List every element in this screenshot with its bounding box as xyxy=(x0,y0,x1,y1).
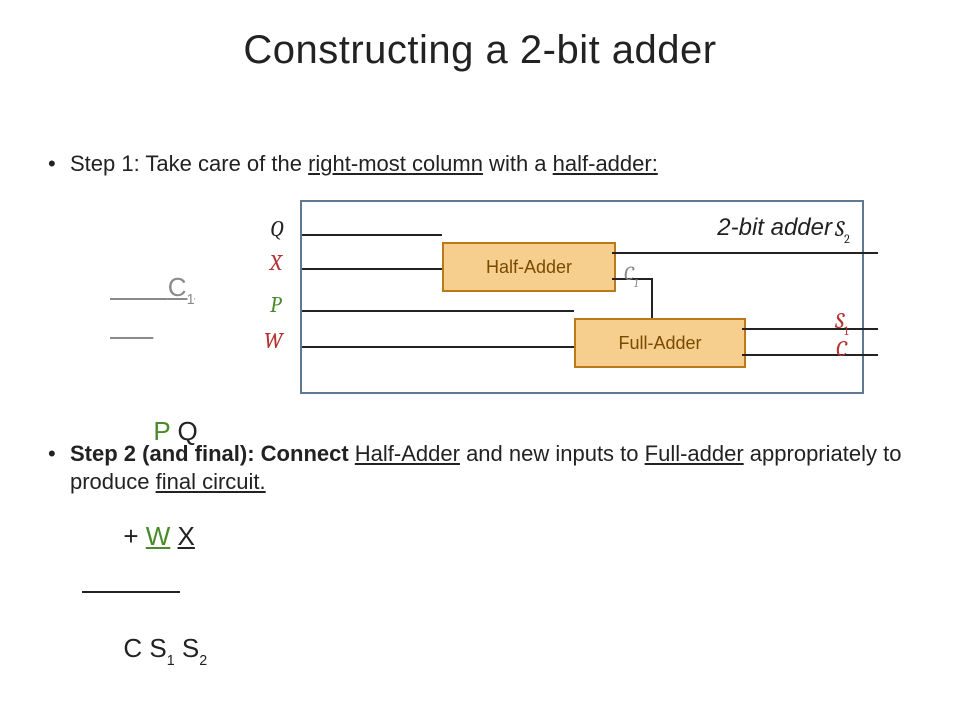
arith-W: W xyxy=(146,521,171,551)
step1-underline-2: half-adder: xyxy=(553,151,658,176)
bullet-step-2: Step 2 (and final): Connect Half-Adder a… xyxy=(48,440,920,495)
carry-label-C1: C1 xyxy=(624,262,638,288)
adder-frame: 2-bit adder Half-Adder C1 Full-Adder xyxy=(300,200,864,394)
arith-S2: S2 xyxy=(182,633,207,663)
wire-P xyxy=(302,310,574,312)
arith-plus: + xyxy=(123,521,138,551)
output-label-C: C xyxy=(836,336,847,362)
step2-underline-2: Full-adder xyxy=(645,441,744,466)
wire-S1 xyxy=(742,328,878,330)
wire-C xyxy=(742,354,878,356)
carry-c1: C1 xyxy=(110,272,195,340)
wire-Q xyxy=(302,234,442,236)
step1-mid: with a xyxy=(483,151,553,176)
input-label-P: P xyxy=(270,292,281,318)
diagram-caption: 2-bit adder xyxy=(717,214,832,242)
step1-lead: Step 1: Take care of the xyxy=(70,151,308,176)
step2-mid1: and new inputs to xyxy=(460,441,645,466)
arith-S1: S1 xyxy=(149,633,174,663)
arith-rule xyxy=(82,591,180,593)
output-label-S2: S2 xyxy=(835,216,850,245)
full-adder-block: Full-Adder xyxy=(574,318,746,368)
input-label-W: W xyxy=(264,328,283,354)
step1-underline-1: right-most column xyxy=(308,151,483,176)
wire-X xyxy=(302,268,442,270)
wire-W xyxy=(302,346,574,348)
arith-C: C xyxy=(123,633,142,663)
page-title: Constructing a 2-bit adder xyxy=(0,28,960,73)
adder-diagram: Q X P W 2-bit adder Half-Adder C1 Full-A… xyxy=(240,196,870,396)
arith-X: X xyxy=(178,521,195,551)
wire-S2 xyxy=(612,252,878,254)
input-label-Q: Q xyxy=(270,216,284,242)
step2-underline-3: final circuit. xyxy=(156,469,266,494)
bullet-step-1: Step 1: Take care of the right-most colu… xyxy=(48,150,920,178)
step2-underline-1: Half-Adder xyxy=(355,441,460,466)
output-label-S1: S1 xyxy=(835,308,849,337)
step2-lead: Step 2 (and final): Connect xyxy=(70,441,355,466)
input-label-X: X xyxy=(270,250,282,276)
half-adder-block: Half-Adder xyxy=(442,242,616,292)
wire-C1-v xyxy=(651,278,653,318)
